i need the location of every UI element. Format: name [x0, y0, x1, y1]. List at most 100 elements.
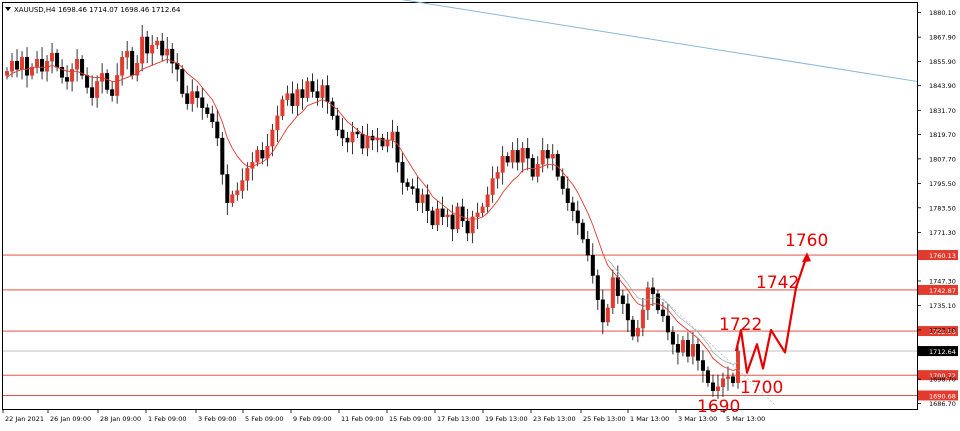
- candle-bear: [210, 113, 215, 123]
- candle-bear: [25, 56, 30, 76]
- candle-bear: [430, 210, 435, 226]
- candle-bull: [255, 149, 260, 163]
- candle-bear: [415, 188, 420, 203]
- candle-bear: [65, 77, 70, 82]
- candle-bear: [215, 121, 220, 139]
- candle-bull: [235, 190, 240, 195]
- candle-bear: [705, 370, 710, 383]
- candle-bull: [455, 206, 460, 230]
- candle-bull: [320, 85, 325, 98]
- candle-bear: [400, 162, 405, 183]
- candle-bear: [515, 149, 520, 163]
- candle-bear: [630, 319, 635, 337]
- candle-bull: [45, 61, 50, 72]
- candle-bear: [620, 295, 625, 305]
- chart-background: [0, 0, 960, 427]
- x-tick-label: 3 Feb 09:00: [198, 415, 237, 423]
- chart-window[interactable]: 1760 1742 1722 1700 1690 1760.13 1742.87 1722.…: [0, 0, 960, 427]
- y-tick-label: 1867.90: [929, 34, 956, 42]
- price-chart[interactable]: 17601742172217001690 1760.131742.871722.…: [0, 0, 960, 427]
- candle-bull: [535, 164, 540, 177]
- candle-bear: [545, 149, 550, 159]
- candle-bull: [350, 131, 355, 143]
- candle-bear: [325, 85, 330, 102]
- level-price-label: 1760.13: [929, 252, 956, 260]
- candle-bear: [260, 149, 265, 159]
- candle-bear: [205, 107, 210, 114]
- candle-bull: [500, 156, 505, 173]
- candle-bull: [275, 115, 280, 131]
- y-tick-label: 1819.70: [929, 131, 956, 139]
- candle-bear: [560, 176, 565, 189]
- candle-bear: [315, 91, 320, 98]
- candle-bull: [690, 344, 695, 357]
- candle-bear: [290, 93, 295, 106]
- x-tick-label: 19 Feb 13:00: [485, 415, 528, 423]
- candle-bear: [105, 73, 110, 90]
- candle-bull: [490, 178, 495, 195]
- candle-bear: [685, 340, 690, 357]
- candle-bull: [4, 71, 9, 76]
- x-tick-label: 23 Feb 13:00: [533, 415, 576, 423]
- y-tick-label: 1698.70: [929, 376, 956, 384]
- candle-bull: [250, 162, 255, 169]
- candle-bear: [410, 186, 415, 189]
- candle-bull: [610, 277, 615, 309]
- candle-bull: [140, 36, 145, 64]
- price-annotation: 1742: [756, 273, 799, 293]
- candle-bull: [720, 378, 725, 387]
- candle-bull: [240, 180, 245, 191]
- candle-bull: [520, 147, 525, 163]
- candle-bull: [270, 129, 275, 147]
- candle-bull: [230, 194, 235, 203]
- price-annotation: 1722: [719, 315, 762, 335]
- candle-bear: [40, 59, 45, 72]
- symbol-label: XAUUSD,H4: [14, 6, 56, 14]
- candle-bull: [280, 99, 285, 117]
- x-tick-label: 5 Mar 13:00: [726, 415, 765, 423]
- candle-bull: [485, 194, 490, 207]
- y-tick-label: 1855.90: [929, 58, 956, 66]
- candle-bear: [15, 61, 20, 70]
- price-annotation: 1690: [697, 397, 740, 417]
- y-tick-label: 1686.70: [929, 400, 956, 408]
- candle-bear: [700, 360, 705, 371]
- candle-bear: [625, 303, 630, 321]
- x-tick-label: 15 Feb 09:00: [389, 415, 432, 423]
- candle-bear: [590, 255, 595, 276]
- candle-bull: [20, 56, 25, 70]
- candle-bear: [195, 91, 200, 98]
- x-tick-label: 5 Feb 09:00: [245, 415, 284, 423]
- candle-bull: [305, 81, 310, 98]
- candle-bull: [495, 172, 500, 179]
- candle-bear: [570, 202, 575, 212]
- candle-bull: [420, 194, 425, 203]
- candle-bear: [360, 133, 365, 149]
- chart-header: XAUUSD,H4 1698.46 1714.07 1698.46 1712.6…: [5, 6, 181, 14]
- y-tick-label: 1795.50: [929, 180, 956, 188]
- candle-bull: [125, 50, 130, 58]
- candle-bull: [540, 149, 545, 165]
- candle-bear: [565, 188, 570, 203]
- candle-bull: [285, 93, 290, 100]
- candle-bear: [300, 89, 305, 98]
- candle-bull: [715, 386, 720, 391]
- candle-bear: [180, 69, 185, 94]
- candle-bear: [220, 137, 225, 175]
- candle-bear: [575, 210, 580, 224]
- candle-bear: [130, 50, 135, 76]
- candle-bull: [190, 91, 195, 104]
- candle-bull: [435, 208, 440, 226]
- candle-bear: [580, 222, 585, 240]
- candle-bear: [200, 97, 205, 108]
- x-tick-label: 3 Mar 13:00: [678, 415, 717, 423]
- x-tick-label: 28 Jan 09:00: [100, 415, 141, 423]
- candle-bear: [460, 206, 465, 222]
- candle-bull: [475, 212, 480, 218]
- x-tick-label: 9 Feb 09:00: [293, 415, 332, 423]
- candle-bull: [480, 206, 485, 214]
- candle-bear: [335, 115, 340, 131]
- candle-bull: [390, 131, 395, 141]
- price-annotation: 1760: [785, 231, 828, 251]
- y-tick-label: 1807.70: [929, 155, 956, 163]
